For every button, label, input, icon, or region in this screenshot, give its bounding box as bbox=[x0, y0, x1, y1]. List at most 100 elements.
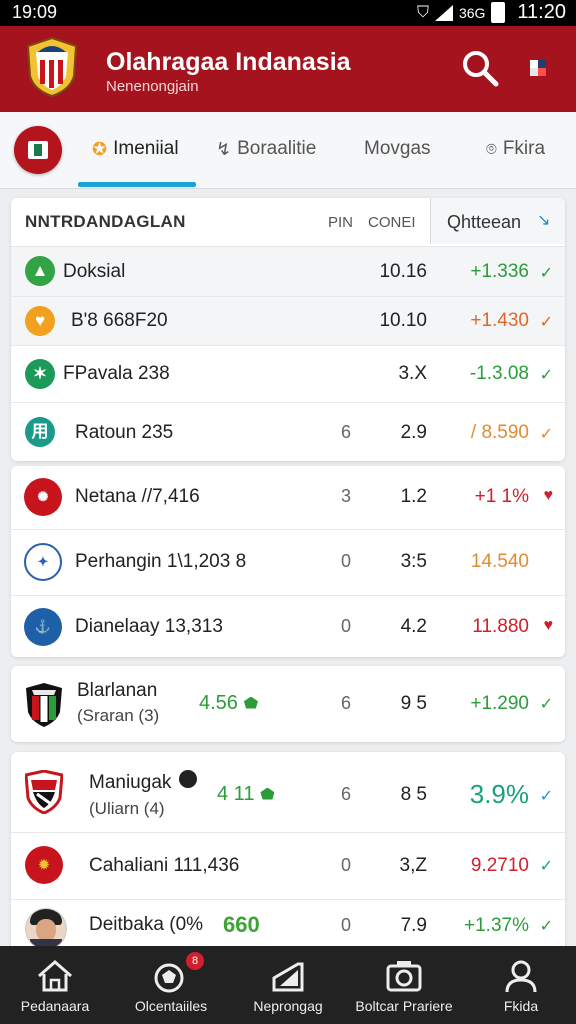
app-bar: Olahragaa Indanasia Nenenongjain bbox=[0, 26, 576, 112]
column-header-conei: CONEI bbox=[368, 214, 416, 231]
team-icon: 用 bbox=[25, 417, 55, 447]
club-crest-icon: ✹ bbox=[25, 846, 63, 884]
change-cell: 14.540 bbox=[470, 551, 529, 572]
nav-item-fkida[interactable]: Fkida bbox=[466, 946, 576, 1024]
ball-icon bbox=[154, 963, 184, 993]
table-header: NNTRDANDAGLAN PIN CONEI Qhtteean ↘ bbox=[11, 198, 565, 247]
table-row[interactable]: ✦ Perhangin 1\1,203 8 0 3:5 14.540 bbox=[11, 530, 565, 596]
tab-label: Imeniial bbox=[113, 138, 179, 159]
nav-item-pedanaara[interactable]: Pedanaara bbox=[0, 946, 110, 1024]
club-name: Dianelaay 13,313 bbox=[75, 616, 223, 637]
column-header-pin: PIN bbox=[328, 214, 354, 231]
featured-club-card: Blarlanan (Sraran (3) 4.56 6 9 5 +1.290 … bbox=[11, 666, 565, 742]
search-icon[interactable] bbox=[460, 48, 500, 88]
table-row[interactable]: Deitbaka (0% 660 0 7.9 +1.37% ✓ bbox=[11, 900, 565, 952]
up-arrow-icon bbox=[243, 696, 258, 709]
club-shield-icon bbox=[26, 683, 62, 727]
table-row[interactable]: ♥ B'8 668F20 10.10 +1.430 ✓ bbox=[11, 297, 565, 346]
signal-icon bbox=[434, 4, 453, 21]
tab-label: Movgas bbox=[364, 138, 431, 159]
status-time-right: 11:20 bbox=[517, 1, 566, 23]
app-subtitle: Nenenongjain bbox=[106, 78, 199, 95]
check-icon: ✓ bbox=[539, 858, 553, 875]
ball-badge-icon bbox=[179, 770, 197, 788]
chart-icon bbox=[272, 962, 304, 992]
nav-label: Olcentaiiles bbox=[134, 998, 208, 1014]
team-icon: ✶ bbox=[25, 359, 55, 389]
team-icon: ▲ bbox=[25, 256, 55, 286]
team-icon: ♥ bbox=[25, 306, 55, 336]
tab-label: Boraalitie bbox=[237, 138, 317, 159]
club-crest-icon: ✺ bbox=[24, 478, 62, 516]
nav-item-olcentaiiles[interactable]: 8 Olcentaiiles bbox=[116, 946, 226, 1024]
club-shield-icon bbox=[25, 770, 63, 814]
table-row[interactable]: 用 Ratoun 235 6 2.9 / 8.590 ✓ bbox=[11, 403, 565, 461]
club-name: Blarlanan bbox=[77, 680, 158, 701]
check-icon: ✓ bbox=[539, 426, 553, 443]
table-row[interactable]: ✶ FPavala 238 3.X -1.3.08 ✓ bbox=[11, 346, 565, 403]
club-crest-icon: ✦ bbox=[24, 543, 62, 581]
nav-item-neprongag[interactable]: Neprongag bbox=[233, 946, 343, 1024]
value-cell: 4.2 bbox=[400, 616, 427, 637]
tab-imeniial[interactable]: ✪ Imeniial bbox=[92, 138, 179, 160]
table-row[interactable]: ⚓ Dianelaay 13,313 0 4.2 11.880 ♥ bbox=[11, 596, 565, 657]
battery-icon bbox=[491, 2, 506, 23]
pin-cell: 0 bbox=[341, 616, 352, 636]
player-list-card: Maniugak (Uliarn (4) 4 11 6 8 5 3.9% ✓ ✹… bbox=[11, 752, 565, 952]
score-badge: 660 bbox=[223, 912, 260, 937]
club-name: Perhangin 1\1,203 8 bbox=[75, 551, 247, 572]
app-logo-icon bbox=[26, 36, 78, 98]
value-cell: 2.9 bbox=[400, 422, 427, 443]
tab-boraalitie[interactable]: ↯ Boraalitie bbox=[216, 138, 316, 160]
pin-cell: 6 bbox=[341, 693, 352, 713]
change-cell: 11.880 bbox=[472, 616, 529, 637]
change-cell: -1.3.08 bbox=[469, 363, 529, 384]
tab-fkira[interactable]: ⌾ Fkira bbox=[486, 138, 545, 160]
check-icon: ✓ bbox=[539, 314, 553, 331]
change-cell: +1.290 bbox=[470, 693, 529, 714]
table-row[interactable]: Maniugak (Uliarn (4) 4 11 6 8 5 3.9% ✓ bbox=[11, 752, 565, 833]
value-cell: 9 5 bbox=[400, 693, 427, 714]
table-row[interactable]: Blarlanan (Sraran (3) 4.56 6 9 5 +1.290 … bbox=[11, 666, 565, 742]
change-cell: / 8.590 bbox=[470, 422, 529, 443]
tab-label: Fkira bbox=[502, 138, 546, 159]
profile-icon bbox=[505, 960, 537, 993]
pin-cell: 3 bbox=[341, 486, 352, 506]
table-row[interactable]: ✹ Cahaliani 111,436 0 3,Z 9.2710 ✓ bbox=[11, 833, 565, 900]
table-row[interactable]: ✺ Netana //7,416 3 1.2 +1 1% ♥ bbox=[11, 466, 565, 530]
value-cell: 1.2 bbox=[400, 486, 427, 507]
tab-movgas[interactable]: Movgas bbox=[364, 138, 431, 160]
rating-value: 4.56 bbox=[199, 692, 238, 714]
team-name: Ratoun 235 bbox=[75, 422, 174, 443]
change-cell: 3.9% bbox=[469, 779, 529, 809]
value-cell: 3.X bbox=[398, 363, 427, 384]
club-crest-icon: ⚓ bbox=[24, 608, 62, 646]
table-row[interactable]: ▲ Doksial 10.16 +1.336 ✓ bbox=[11, 247, 565, 297]
rating-indicator: 4.56 bbox=[199, 692, 258, 715]
team-name: B'8 668F20 bbox=[71, 310, 168, 331]
value-cell: 8 5 bbox=[400, 784, 427, 805]
team-name: Doksial bbox=[63, 261, 126, 282]
network-label: 36G bbox=[458, 4, 486, 21]
home-icon bbox=[38, 960, 72, 992]
player-name: Deitbaka (0% bbox=[89, 914, 204, 935]
flag-menu-icon[interactable] bbox=[526, 56, 552, 82]
pin-cell: 6 bbox=[341, 784, 352, 804]
status-bar: 19:09 ⛉ 36G 11:20 bbox=[0, 0, 576, 26]
location-icon: ⌾ bbox=[486, 138, 497, 159]
flag-home-button[interactable] bbox=[14, 126, 62, 174]
player-name: Maniugak bbox=[89, 772, 172, 793]
chevron-down-icon: ↘ bbox=[537, 212, 551, 229]
whistle-icon: ↯ bbox=[216, 138, 232, 159]
status-time-left: 19:09 bbox=[12, 2, 58, 22]
nav-label: Boltcar Prariere bbox=[355, 998, 453, 1014]
club-subtitle: (Sraran (3) bbox=[77, 706, 160, 725]
app-title: Olahragaa Indanasia bbox=[106, 48, 351, 76]
filter-dropdown[interactable]: Qhtteean ↘ bbox=[430, 198, 565, 244]
club-list-card: ✺ Netana //7,416 3 1.2 +1 1% ♥ ✦ Perhang… bbox=[11, 466, 565, 657]
value-cell: 3:5 bbox=[400, 551, 427, 572]
up-arrow-icon bbox=[260, 787, 275, 800]
nav-label: Neprongag bbox=[253, 998, 323, 1014]
nav-item-boltcar-prariere[interactable]: Boltcar Prariere bbox=[349, 946, 459, 1024]
check-icon: ✓ bbox=[539, 918, 553, 935]
